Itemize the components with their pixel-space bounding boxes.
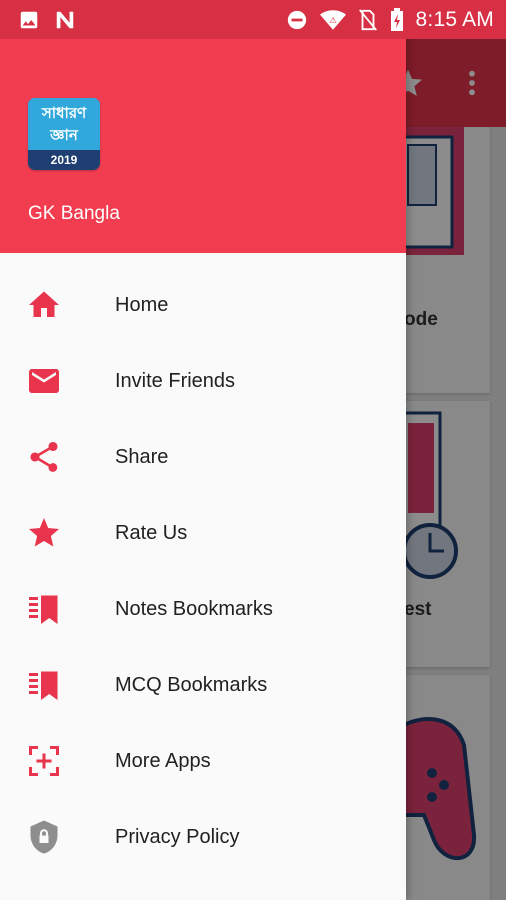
menu-item-notes-bookmarks[interactable]: Notes Bookmarks (0, 571, 406, 647)
shield-lock-icon (26, 819, 62, 855)
mail-icon (26, 363, 62, 399)
add-app-icon (26, 743, 62, 779)
bookmark-list-icon (26, 667, 62, 703)
n-notification-icon (56, 11, 74, 28)
menu-item-label: Rate Us (115, 521, 188, 544)
no-sim-icon (358, 8, 377, 31)
logo-text-line2: জ্ঞান (49, 126, 79, 144)
menu-item-more-apps[interactable]: More Apps (0, 723, 406, 799)
wifi-icon: ⚠ (319, 9, 346, 30)
menu-item-mcq-bookmarks[interactable]: MCQ Bookmarks (0, 647, 406, 723)
menu-item-share[interactable]: Share (0, 419, 406, 495)
home-icon (26, 287, 62, 323)
logo-year: 2019 (28, 150, 100, 170)
svg-text:⚠: ⚠ (329, 16, 337, 26)
bookmark-list-icon (26, 591, 62, 627)
menu-item-label: Invite Friends (115, 369, 236, 392)
menu-item-label: Privacy Policy (115, 825, 240, 848)
app-name: GK Bangla (28, 203, 120, 224)
app-logo: সাধারণ জ্ঞান 2019 (28, 98, 100, 170)
menu-item-label: MCQ Bookmarks (115, 673, 268, 696)
menu-item-rate-us[interactable]: Rate Us (0, 495, 406, 571)
navigation-drawer: সাধারণ জ্ঞান 2019 GK Bangla Home Invite … (0, 0, 406, 900)
share-icon (26, 439, 62, 475)
menu-item-home[interactable]: Home (0, 267, 406, 343)
image-icon (20, 11, 38, 28)
menu-item-label: Home (115, 293, 169, 316)
svg-text:সাধারণ: সাধারণ (41, 104, 87, 122)
svg-text:জ্ঞান: জ্ঞান (49, 126, 79, 144)
battery-icon (390, 7, 403, 31)
menu-item-label: Share (115, 445, 169, 468)
menu-item-invite-friends[interactable]: Invite Friends (0, 343, 406, 419)
dnd-icon (287, 10, 306, 29)
menu-item-label: More Apps (115, 749, 211, 772)
logo-text-line1: সাধারণ (41, 104, 87, 122)
status-bar: ⚠ 8:15 AM (0, 0, 506, 39)
menu-item-privacy-policy[interactable]: Privacy Policy (0, 799, 406, 875)
clock: 8:15 AM (415, 7, 494, 31)
star-icon (26, 515, 62, 551)
menu-item-label: Notes Bookmarks (115, 597, 273, 620)
drawer-menu: Home Invite Friends Share Rate Us Notes … (0, 267, 406, 875)
